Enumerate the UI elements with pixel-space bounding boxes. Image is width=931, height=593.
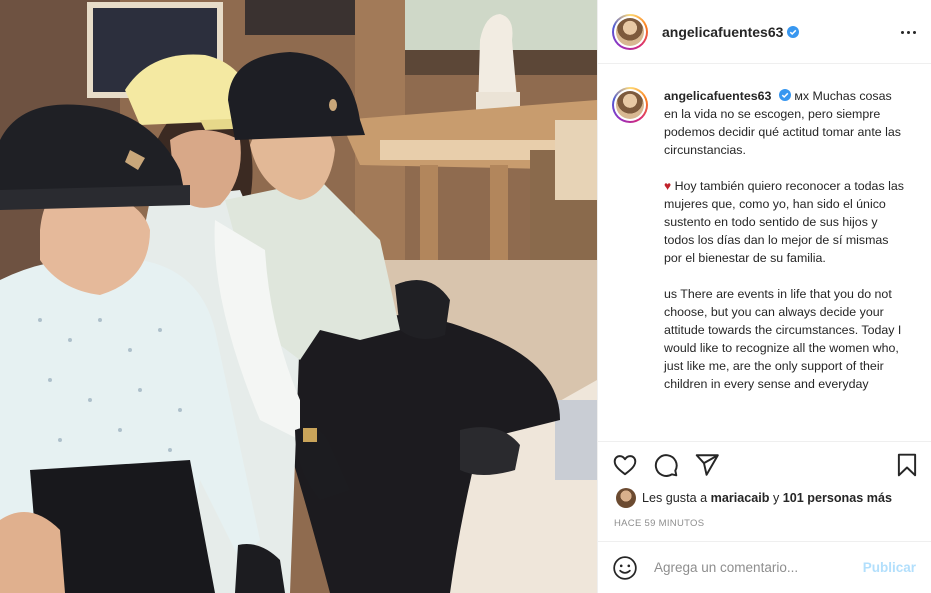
caption-username[interactable]: angelicafuentes63 <box>664 89 771 103</box>
post-header: angelicafuentes63 <box>598 0 931 64</box>
save-bookmark-icon[interactable] <box>894 452 920 478</box>
liker-username[interactable]: mariacaib <box>711 491 770 505</box>
post-detail-panel: angelicafuentes63 angelicafuentes63 мх M… <box>597 0 931 593</box>
caption-scroll-area[interactable]: angelicafuentes63 мх Muchas cosas en la … <box>598 65 931 441</box>
comment-bubble-icon[interactable] <box>653 452 679 478</box>
more-options-icon[interactable] <box>898 22 918 42</box>
caption-paragraph-3: us There are events in life that you do … <box>664 287 902 391</box>
caption-text: angelicafuentes63 мх Muchas cosas en la … <box>664 87 904 411</box>
verified-badge-icon <box>778 89 791 101</box>
post-photo[interactable] <box>0 0 597 593</box>
verified-badge-icon <box>787 25 800 38</box>
like-heart-icon[interactable] <box>612 452 638 478</box>
publish-comment-button[interactable]: Publicar <box>863 560 916 575</box>
caption-avatar[interactable] <box>612 87 648 123</box>
photo-illustration <box>0 0 597 593</box>
post-timestamp[interactable]: HACE 59 MINUTOS <box>614 518 704 529</box>
profile-avatar[interactable] <box>612 13 648 50</box>
action-bar <box>598 441 931 489</box>
caption-paragraph-2: Hoy también quiero reconocer a todas las… <box>664 179 904 265</box>
share-send-icon[interactable] <box>694 452 720 478</box>
likes-prefix: Les gusta a <box>642 491 708 505</box>
liker-avatar[interactable] <box>616 488 636 508</box>
comment-input[interactable] <box>654 560 854 575</box>
likes-others-link[interactable]: 101 personas más <box>783 491 892 505</box>
likes-conjunction: y <box>772 491 780 505</box>
likes-summary: Les gusta a mariacaib y 101 personas más <box>616 488 892 508</box>
emoji-picker-icon[interactable] <box>612 555 638 581</box>
comment-bar: Publicar <box>598 541 931 593</box>
header-username[interactable]: angelicafuentes63 <box>662 24 783 40</box>
